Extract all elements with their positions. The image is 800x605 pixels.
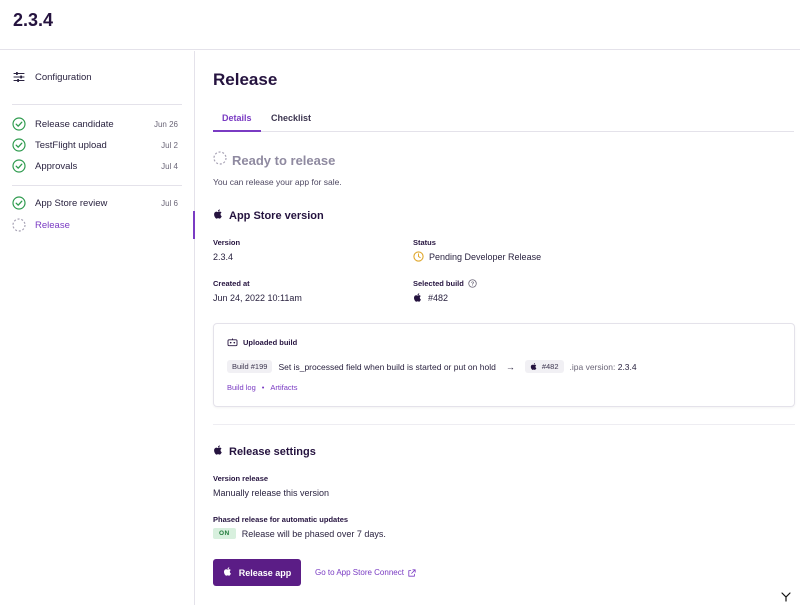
cursor-icon bbox=[781, 592, 791, 605]
external-link-icon bbox=[408, 568, 416, 577]
sidebar-item-date: Jul 4 bbox=[161, 161, 178, 171]
sidebar-item-release[interactable]: Release bbox=[12, 215, 182, 235]
sidebar-item-label: Release bbox=[35, 219, 70, 231]
phased-release-text: Release will be phased over 7 days. bbox=[241, 528, 386, 539]
apple-icon bbox=[223, 566, 233, 579]
info-icon[interactable]: ? bbox=[468, 279, 477, 288]
sidebar-divider bbox=[12, 104, 182, 105]
release-app-button-label: Release app bbox=[238, 567, 292, 578]
apple-icon bbox=[413, 292, 423, 303]
sidebar-item-date: Jun 26 bbox=[153, 119, 178, 129]
arrow-right-icon: → bbox=[505, 361, 515, 372]
phased-release-value: ON Release will be phased over 7 days. bbox=[213, 528, 386, 539]
check-circle-icon bbox=[12, 159, 26, 173]
page-title: Release bbox=[213, 70, 278, 89]
sidebar-item-label: Release candidate bbox=[35, 118, 114, 130]
version-value: 2.3.4 bbox=[213, 252, 234, 262]
created-at-value: Jun 24, 2022 10:11am bbox=[213, 293, 302, 303]
sidebar: Configuration Release candidate Jun 26 T… bbox=[0, 51, 195, 605]
check-circle-icon bbox=[12, 196, 26, 210]
ipa-version: .ipa version: 2.3.4 bbox=[570, 362, 637, 372]
sidebar-item-approvals[interactable]: Approvals Jul 4 bbox=[12, 156, 182, 176]
sidebar-item-testflight-upload[interactable]: TestFlight upload Jul 2 bbox=[12, 135, 182, 155]
ipa-label: .ipa version: bbox=[569, 361, 616, 372]
ipa-version-value: 2.3.4 bbox=[617, 361, 637, 372]
phased-release-label: Phased release for automatic updates bbox=[213, 515, 349, 524]
main-content: Release Details Checklist Ready to relea… bbox=[196, 51, 800, 605]
sidebar-item-date: Jul 6 bbox=[161, 198, 178, 208]
store-build-number: #482 bbox=[541, 362, 559, 371]
status-title: Ready to release bbox=[232, 153, 336, 168]
selected-build-value: #482 bbox=[413, 292, 448, 303]
apple-icon bbox=[213, 208, 224, 223]
build-tag: Build #199 bbox=[227, 360, 273, 373]
store-build-tag: #482 bbox=[524, 360, 564, 373]
release-status: Ready to release bbox=[213, 151, 335, 170]
check-circle-icon bbox=[12, 117, 26, 131]
dashed-circle-icon bbox=[12, 218, 26, 232]
app-store-version-heading: App Store version bbox=[213, 208, 324, 223]
version-release-label: Version release bbox=[213, 474, 269, 483]
artifacts-link[interactable]: Artifacts bbox=[270, 383, 297, 392]
app-store-connect-link[interactable]: Go to App Store Connect bbox=[315, 568, 416, 577]
dashed-circle-icon bbox=[213, 151, 227, 170]
sidebar-item-label: App Store review bbox=[35, 197, 108, 209]
sliders-icon bbox=[12, 70, 26, 84]
selected-build-number: #482 bbox=[428, 292, 449, 303]
status-text: Pending Developer Release bbox=[429, 251, 542, 262]
build-icon bbox=[227, 338, 238, 347]
version-title: 2.3.4 bbox=[13, 10, 54, 30]
top-bar: 2.3.4 bbox=[0, 0, 800, 50]
sidebar-item-label: TestFlight upload bbox=[35, 139, 107, 151]
uploaded-build-heading-text: Uploaded build bbox=[243, 338, 298, 347]
build-message: Set is_processed field when build is sta… bbox=[278, 361, 496, 372]
tab-bar: Details Checklist bbox=[213, 111, 794, 132]
uploaded-build-heading: Uploaded build bbox=[227, 338, 297, 347]
selected-build-label: Selected build ? bbox=[413, 279, 477, 288]
release-app-button[interactable]: Release app bbox=[213, 559, 301, 586]
apple-icon bbox=[213, 444, 224, 459]
link-separator: • bbox=[261, 383, 265, 392]
check-circle-icon bbox=[12, 138, 26, 152]
sidebar-item-label: Configuration bbox=[35, 71, 92, 83]
build-links: Build log • Artifacts bbox=[227, 383, 298, 392]
tab-checklist[interactable]: Checklist bbox=[262, 111, 320, 132]
section-divider bbox=[213, 424, 795, 425]
active-indicator bbox=[193, 211, 195, 239]
svg-text:?: ? bbox=[471, 282, 474, 288]
on-badge: ON bbox=[213, 528, 236, 539]
sidebar-item-release-candidate[interactable]: Release candidate Jun 26 bbox=[12, 114, 182, 134]
sidebar-item-app-store-review[interactable]: App Store review Jul 6 bbox=[12, 193, 182, 213]
sidebar-item-configuration[interactable]: Configuration bbox=[12, 67, 182, 87]
sidebar-item-label: Approvals bbox=[35, 160, 78, 172]
status-label: Status bbox=[413, 238, 436, 247]
release-settings-heading: Release settings bbox=[213, 444, 316, 459]
selected-build-label-text: Selected build bbox=[413, 279, 464, 288]
version-label: Version bbox=[213, 238, 241, 247]
status-value: Pending Developer Release bbox=[413, 251, 541, 262]
status-subtitle: You can release your app for sale. bbox=[213, 177, 342, 187]
version-release-value: Manually release this version bbox=[213, 488, 330, 498]
section-heading-text: App Store version bbox=[229, 209, 324, 222]
sidebar-item-date: Jul 2 bbox=[161, 140, 178, 150]
app-store-connect-link-text: Go to App Store Connect bbox=[315, 568, 404, 577]
build-log-link[interactable]: Build log bbox=[227, 383, 256, 392]
created-at-label: Created at bbox=[213, 279, 250, 288]
sidebar-divider bbox=[12, 185, 182, 186]
uploaded-build-card: Uploaded build Build #199 Set is_process… bbox=[213, 323, 795, 407]
section-heading-text: Release settings bbox=[229, 445, 316, 458]
clock-icon bbox=[413, 251, 424, 262]
build-details: Build #199 Set is_processed field when b… bbox=[227, 360, 637, 373]
tab-details[interactable]: Details bbox=[213, 111, 261, 132]
apple-icon bbox=[530, 362, 538, 371]
